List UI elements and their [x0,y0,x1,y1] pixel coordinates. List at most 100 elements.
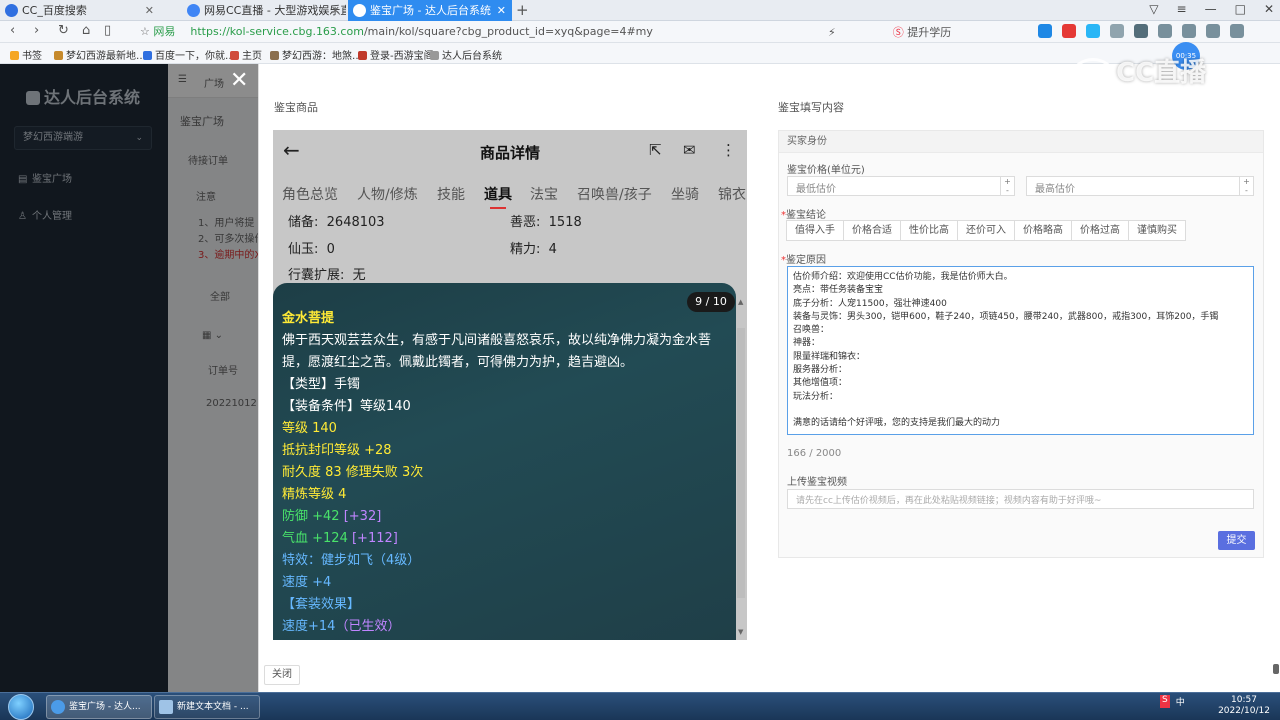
preview-tab[interactable]: 召唤兽/孩子 [577,184,652,204]
reason-line: 估价师介绍：欢迎使用CC估价功能，我是估价师大白。 [793,272,1013,282]
close-window-icon[interactable]: ✕ [1264,2,1274,16]
preview-tab-active[interactable]: 道具 [484,184,512,209]
stat-jade: 仙玉: 0 [288,238,335,257]
share-icon[interactable]: ⇱ [649,141,662,159]
modal-overlay[interactable] [0,64,258,692]
conclusion-option[interactable]: 价格过高 [1072,220,1129,241]
submit-button[interactable]: 提交 [1218,531,1255,550]
minimize-icon[interactable]: — [1205,2,1217,16]
bookmark-item[interactable]: 主页 [230,47,262,62]
url-scheme: https:// [190,25,230,38]
conclusion-option[interactable]: 性价比高 [901,220,958,241]
reason-line: 装备与灵饰：男头300，铠甲600，鞋子240，项链450，腰带240，武器80… [793,311,1219,322]
stat-label: 精力: [510,242,541,257]
reason-line: 亮点：带任务装备宝宝 [793,285,884,296]
bookmark-item[interactable]: 梦幻西游最新地… [54,47,146,62]
close-drawer-icon[interactable]: ✕ [230,70,248,92]
maximize-icon[interactable]: □ [1235,2,1246,16]
conclusion-option[interactable]: 价格合适 [844,220,901,241]
preview-tab[interactable]: 角色总览 [282,184,338,204]
more-vertical-icon[interactable]: ⋮ [721,141,736,159]
conclusion-label: *鉴宝结论 [781,210,826,221]
item-set-title: 【套装效果】 [282,597,361,612]
red-extension-icon[interactable] [1062,24,1076,38]
cut-icon[interactable] [1158,24,1172,38]
url-path: /main/kol/square?cbg_product_id=xyq&page… [363,25,653,38]
cc-extension-icon[interactable] [1086,24,1100,38]
browser-tab-cc-live[interactable]: 网易CC直播 - 大型游戏娱乐直播平台 ✕ [182,0,346,21]
price-label: 鉴宝价格(单位元) [787,165,865,176]
taskbar-item-browser[interactable]: 鉴宝广场 - 达人... [46,695,152,719]
page-scroll-indicator[interactable] [1273,664,1279,674]
preview-scrollbar[interactable]: ▲ ▼ [736,298,746,638]
reason-textarea[interactable]: 估价师介绍：欢迎使用CC估价功能，我是估价师大白。 亮点：带任务装备宝宝 底子分… [787,266,1254,435]
search-hint[interactable]: ⚡ Ⓢ 提升学历 [828,24,951,40]
lightning-icon[interactable]: ⚡ [828,26,836,39]
home-icon[interactable]: ⌂ [82,23,90,38]
scrollbar-thumb[interactable] [737,328,745,598]
download-icon[interactable] [1134,24,1148,38]
item-refine: 精炼等级 4 [282,487,347,502]
bookmark-item[interactable]: 梦幻西游：地煞… [270,47,362,62]
start-button[interactable] [8,694,34,720]
tab-close-icon[interactable]: ✕ [331,0,340,21]
refresh-icon[interactable]: ↻ [58,23,69,38]
bookmark-item[interactable]: 百度一下，你就… [143,47,235,62]
video-link-input[interactable]: 请先在cc上传估价视频后，再在此处粘贴视频链接；视频内容有助于好评哦~ [787,489,1254,509]
forward-icon[interactable]: › [34,23,39,38]
min-price-input[interactable]: 最低估价 + - [787,176,1015,196]
night-mode-icon[interactable] [1206,24,1220,38]
tab-title: 网易CC直播 - 大型游戏娱乐直播平台 [204,4,346,17]
max-price-input[interactable]: 最高估价 + - [1026,176,1254,196]
tab-close-icon[interactable]: ✕ [497,0,506,21]
watermark-text: CC直播 [1116,58,1207,88]
close-button[interactable]: 关闭 [264,665,300,685]
preview-tabs: 角色总览 人物/修炼 技能 道具 法宝 召唤兽/孩子 坐骑 锦衣 [273,182,747,210]
conclusion-option[interactable]: 还价可入 [958,220,1015,241]
bookmark-item[interactable]: 登录-西游宝阁 [358,47,434,62]
preview-tab[interactable]: 坐骑 [671,184,699,204]
stat-label: 仙玉: [288,242,319,257]
back-icon[interactable]: ‹ [10,23,15,38]
cc-favicon-icon [187,4,200,17]
cc-live-watermark: CC直播 [1072,52,1242,96]
bookmark-item[interactable]: 书签 [10,47,42,62]
system-clock[interactable]: 10:57 2022/10/12 [1216,695,1272,717]
more-icon[interactable] [1230,24,1244,38]
menu-icon[interactable]: ≡ [1177,2,1187,16]
item-level: 等级 140 [282,421,337,436]
shirt-icon[interactable]: ▽ [1149,2,1158,16]
tab-title: CC_百度搜索 [22,4,87,17]
play-extension-icon[interactable] [1038,24,1052,38]
preview-tab[interactable]: 法宝 [530,184,558,204]
browser-tab-baidu[interactable]: CC_百度搜索 ✕ [0,0,160,21]
new-tab-button[interactable]: + [516,0,529,20]
conclusion-option[interactable]: 价格略高 [1015,220,1072,241]
reason-line: 服务器分析： [793,365,848,376]
preview-tab[interactable]: 锦衣 [718,184,746,204]
scroll-down-icon[interactable]: ▼ [738,628,743,636]
stepper-icon[interactable]: + - [1239,177,1253,195]
video-label: 上传鉴宝视频 [787,477,847,488]
scroll-up-icon[interactable]: ▲ [738,298,743,306]
undo-icon[interactable] [1182,24,1196,38]
tab-close-icon[interactable]: ✕ [145,0,154,21]
product-section-title: 鉴宝商品 [274,101,318,114]
mail-icon[interactable]: ✉ [683,141,696,159]
sogou-ime-icon[interactable]: S [1160,695,1170,708]
address-bar[interactable]: ☆ 网易 https://kol-service.cbg.163.com/mai… [140,23,653,41]
game-favicon-icon [54,51,63,60]
reader-icon[interactable]: ▯ [104,23,111,38]
conclusion-option[interactable]: 值得入手 [786,220,844,241]
conclusion-option[interactable]: 谨慎购买 [1129,220,1186,241]
ime-mode[interactable]: 中 [1176,695,1185,708]
taskbar-item-notepad[interactable]: 新建文本文档 - ... [154,695,260,719]
preview-tab[interactable]: 技能 [437,184,465,204]
star-icon[interactable]: ☆ [140,25,153,38]
stat-value: 无 [352,268,366,283]
preview-tab[interactable]: 人物/修炼 [357,184,418,204]
stepper-icon[interactable]: + - [1000,177,1014,195]
bookmark-item[interactable]: 达人后台系统 [430,47,502,62]
browser-tab-active[interactable]: 鉴宝广场 - 达人后台系统 ✕ [348,0,512,21]
grid-extension-icon[interactable] [1110,24,1124,38]
